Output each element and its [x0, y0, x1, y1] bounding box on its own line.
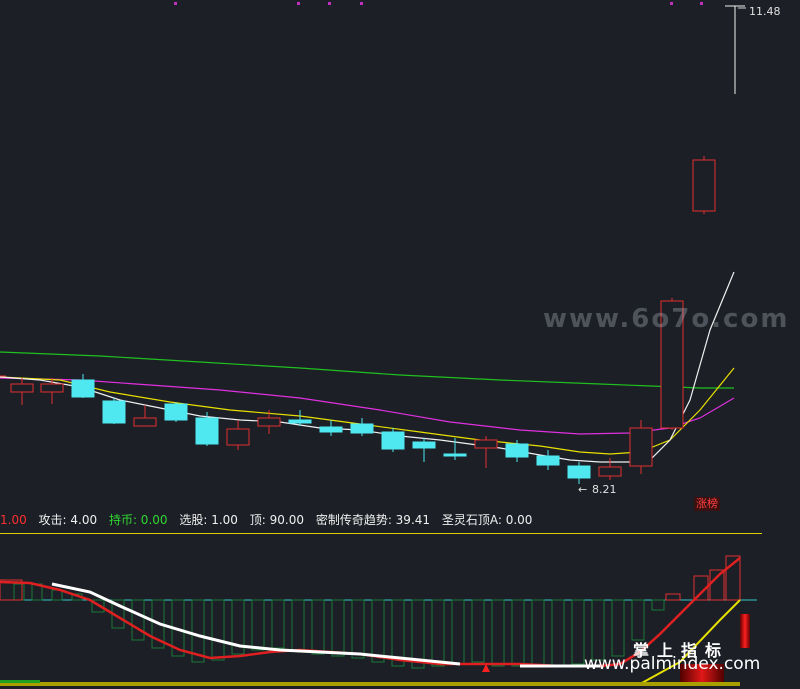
candle: [226, 420, 250, 450]
indicator-attack: 攻击: 4.00: [38, 513, 98, 527]
candle: [71, 374, 95, 398]
candle: [40, 378, 64, 404]
candle: [474, 436, 498, 468]
indicator-value-0: 1.00: [0, 513, 27, 527]
high-price-label: 11.48: [738, 5, 781, 18]
candle: [350, 418, 374, 436]
watermark-6o7o: www.6o7o.com: [543, 304, 790, 334]
candle: [598, 458, 622, 480]
indicator-top: 顶: 90.00: [249, 513, 304, 527]
candle: [725, 5, 745, 94]
indicator-values-bar: 1.00 攻击: 4.00 持币: 0.00 选股: 1.00 顶: 90.00…: [0, 510, 800, 530]
red-signal-block: [740, 614, 750, 648]
svg-text:11.48: 11.48: [749, 5, 781, 18]
candles: [0, 5, 745, 484]
candlestick-panel[interactable]: 11.48 ← 8.21: [0, 0, 800, 510]
indicator-red-bars: [0, 555, 741, 601]
indicator-histogram: [13, 583, 665, 669]
indicator-bottom-band: [0, 682, 740, 686]
indicator-stone-top: 圣灵石顶A: 0.00: [441, 513, 533, 527]
indicator-hold-cash: 持币: 0.00: [108, 513, 168, 527]
candle: [164, 402, 188, 422]
limit-up-badge: 涨榜: [694, 497, 720, 511]
indicator-red-line: [0, 557, 741, 668]
candle: [10, 378, 34, 405]
candle: [381, 428, 405, 452]
candle: [412, 438, 436, 462]
candle: [692, 156, 716, 214]
candle: [536, 450, 560, 470]
watermark-palm-url: www.palmindex.com: [584, 654, 761, 674]
candle: [629, 420, 653, 474]
svg-text:←: ←: [578, 483, 587, 496]
indicator-select-stock: 选股: 1.00: [179, 513, 238, 527]
stock-chart-window: { "main_chart": { "high_label": "11.48",…: [0, 0, 800, 689]
low-price-label: ← 8.21: [578, 483, 617, 496]
candle: [567, 462, 591, 484]
candle: [319, 420, 343, 436]
candle: [102, 398, 126, 424]
candle: [133, 405, 157, 427]
top-marker-dots: [174, 2, 703, 5]
indicator-trend: 密制传奇趋势: 39.41: [315, 513, 431, 527]
svg-text:8.21: 8.21: [592, 483, 617, 496]
indicator-white-line: [51, 582, 461, 666]
